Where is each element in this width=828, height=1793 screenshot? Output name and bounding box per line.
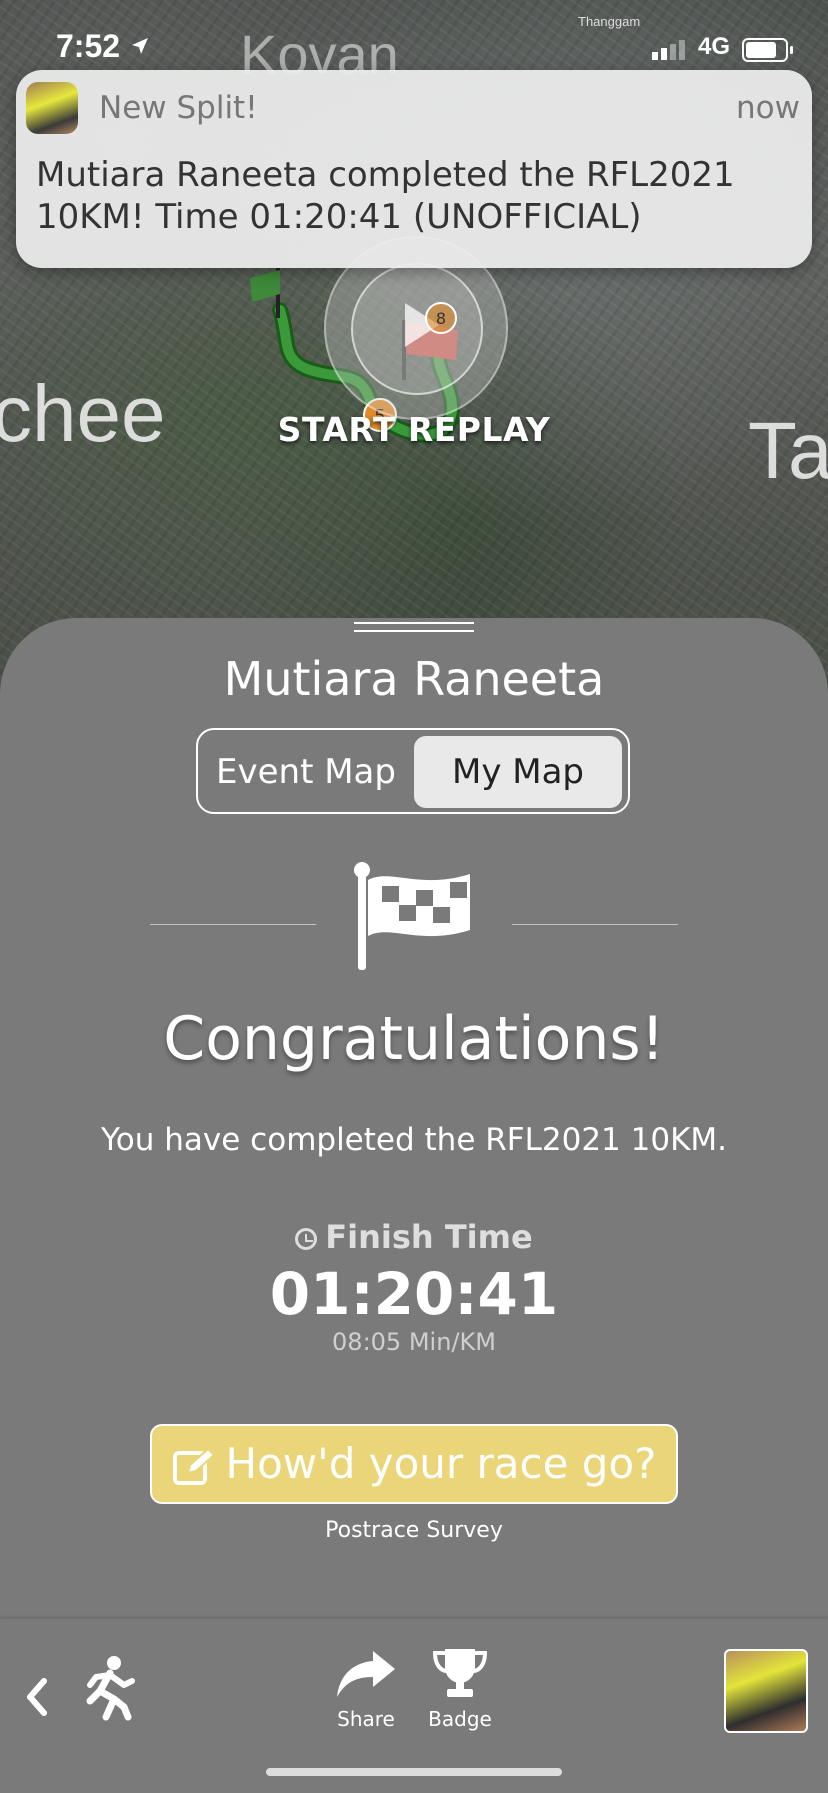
badge-button[interactable]: Badge	[428, 1647, 492, 1731]
checkered-flag-icon	[354, 862, 470, 970]
sheet-grabber[interactable]	[354, 622, 474, 638]
survey-subtitle: Postrace Survey	[325, 1518, 503, 1543]
pace-value: 08:05 Min/KM	[332, 1328, 496, 1356]
survey-button-label: How'd your race go?	[225, 1439, 657, 1488]
clock-icon	[295, 1228, 318, 1250]
back-chevron-icon[interactable]	[22, 1677, 52, 1717]
share-icon	[337, 1651, 395, 1697]
edit-icon	[172, 1447, 215, 1485]
finish-flag-divider	[150, 860, 678, 970]
split-notification[interactable]: New Split! now Mutiara Raneeta completed…	[16, 70, 812, 268]
finish-time-label: Finish Time	[0, 1218, 828, 1256]
status-time: 7:52	[56, 28, 121, 64]
postrace-survey-button[interactable]: How'd your race go?	[150, 1424, 678, 1504]
location-arrow-icon	[132, 38, 148, 54]
trophy-icon	[432, 1649, 488, 1697]
notification-avatar	[26, 82, 78, 134]
signal-icon	[652, 40, 685, 60]
tab-event-map[interactable]: Event Map	[206, 736, 406, 808]
finish-time-value: 01:20:41	[269, 1260, 559, 1328]
notification-time: now	[736, 90, 800, 126]
tab-my-map[interactable]: My Map	[414, 736, 622, 808]
map-toggle: Event Map My Map	[196, 728, 630, 814]
congrats-title: Congratulations!	[163, 1004, 665, 1074]
battery-icon	[742, 38, 793, 62]
share-label: Share	[337, 1707, 395, 1731]
notification-message: Mutiara Raneeta completed the RFL2021 10…	[36, 155, 735, 237]
start-replay-label[interactable]: START REPLAY	[0, 410, 828, 449]
badge-label: Badge	[428, 1707, 492, 1731]
runner-photo-thumbnail[interactable]	[724, 1649, 808, 1733]
network-type: 4G	[698, 33, 731, 60]
svg-text:8: 8	[436, 309, 446, 328]
share-button[interactable]: Share	[334, 1647, 398, 1731]
runner-name: Mutiara Raneeta	[223, 652, 605, 706]
bottom-toolbar: Share Badge	[0, 1618, 828, 1793]
divider-left	[150, 924, 316, 925]
route-marker-8: 8	[425, 302, 457, 334]
runner-icon[interactable]	[84, 1655, 136, 1721]
home-indicator	[266, 1768, 562, 1776]
completed-text: You have completed the RFL2021 10KM.	[100, 1122, 728, 1158]
notification-title: New Split!	[99, 90, 258, 126]
divider-right	[512, 924, 678, 925]
status-bar: 7:52 4G	[0, 0, 828, 64]
